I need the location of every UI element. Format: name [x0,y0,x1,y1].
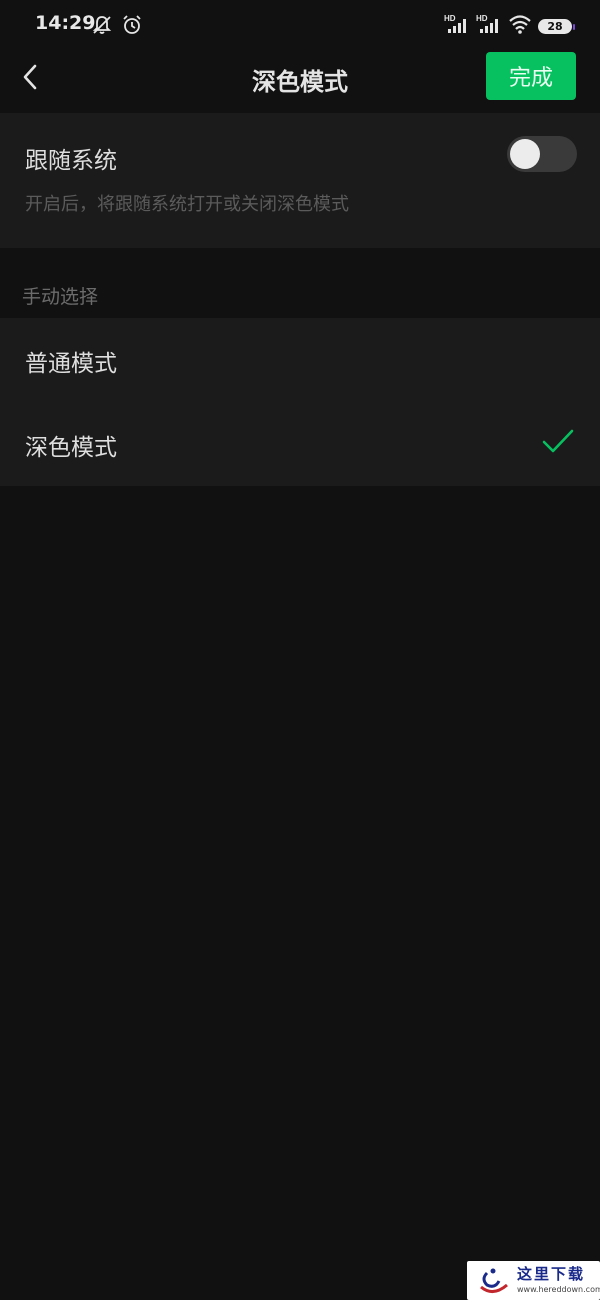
option-label: 普通模式 [25,351,117,377]
alarm-icon [121,14,143,40]
wifi-icon [508,13,532,39]
status-time: 14:29 [35,12,96,34]
option-normal-mode[interactable]: 普通模式 [0,318,600,402]
option-label: 深色模式 [25,435,117,461]
mode-options-card: 普通模式 深色模式 [0,318,600,486]
done-button[interactable]: 完成 [486,52,576,100]
nav-bar: 深色模式 完成 [0,50,600,110]
battery-indicator: 28 [538,18,575,34]
option-dark-mode[interactable]: 深色模式 [0,402,600,486]
status-bar: 14:29 HD HD 28 [0,0,600,50]
battery-level: 28 [547,19,563,33]
notifications-off-icon [91,14,113,40]
follow-system-card: 跟随系统 开启后，将跟随系统打开或关闭深色模式 [0,113,600,248]
toggle-knob [510,139,540,169]
hd-signal-icon: HD [444,13,470,39]
watermark: 这里下载 www.hereddown.com [467,1261,600,1300]
follow-system-description: 开启后，将跟随系统打开或关闭深色模式 [25,194,349,215]
svg-text:HD: HD [476,14,488,23]
status-icons-right: HD HD 28 [444,13,575,39]
manual-select-header: 手动选择 [22,286,99,308]
follow-system-toggle[interactable] [507,136,577,172]
check-icon [542,429,574,453]
follow-system-label: 跟随系统 [25,148,117,174]
status-icons-left [91,14,143,40]
hd-signal-icon: HD [476,13,502,39]
watermark-url: www.hereddown.com [517,1285,600,1294]
watermark-logo-icon [480,1268,508,1293]
svg-text:HD: HD [444,14,456,23]
watermark-text: 这里下载 [517,1265,586,1283]
dark-mode-settings-screen: 14:29 HD HD 28 深色模式 完成 跟随系统 开启后，将跟随系统打开或… [0,0,600,1300]
